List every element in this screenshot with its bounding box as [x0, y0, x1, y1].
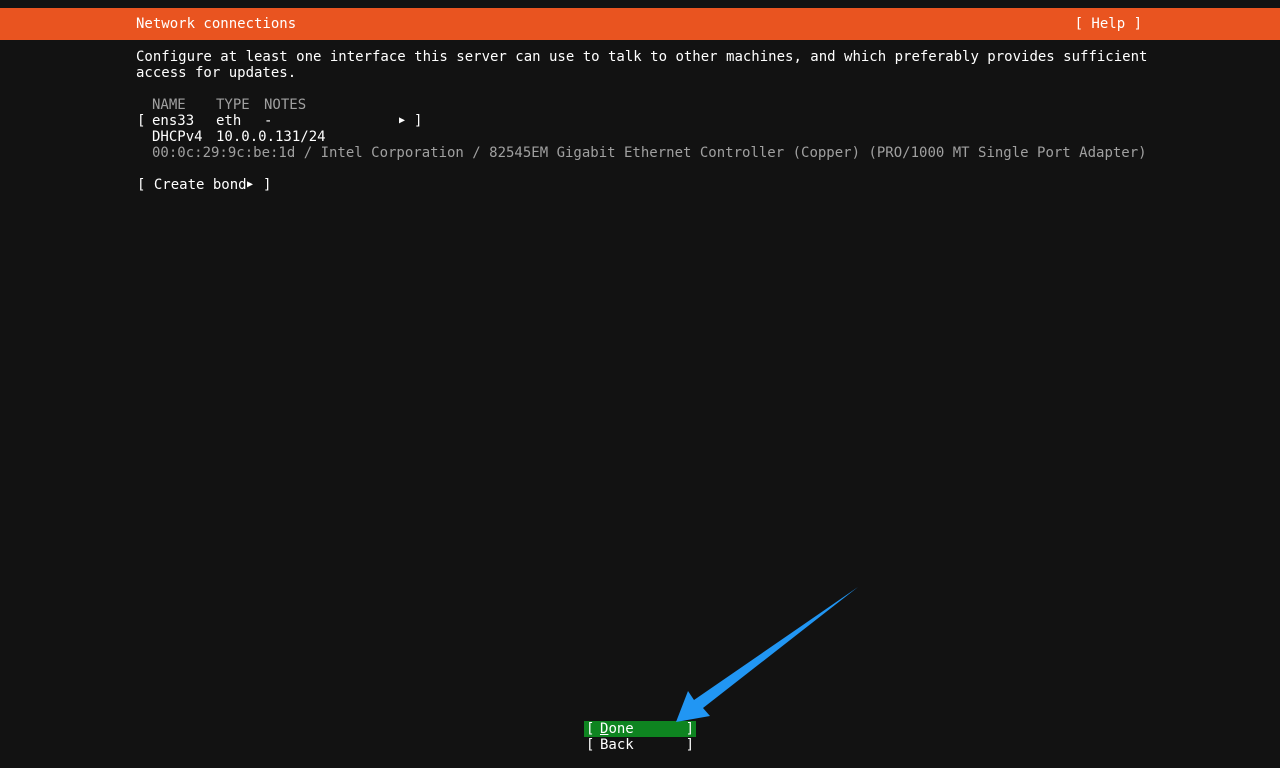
interface-menu-arrow-icon[interactable]: ▶ [399, 113, 405, 129]
interface-type: eth [216, 113, 242, 129]
interface-row-close-bracket: ] [414, 113, 423, 129]
help-button[interactable]: [ Help ] [1075, 16, 1142, 32]
column-header-type: TYPE [216, 97, 250, 113]
create-bond-label: [ Create bond [137, 177, 256, 193]
column-header-notes: NOTES [264, 97, 307, 113]
back-button[interactable]: [ Back ] [584, 737, 696, 753]
interface-row-open-bracket: [ [137, 113, 146, 129]
dhcp-address: 10.0.0.131/24 [216, 129, 326, 145]
column-header-name: NAME [152, 97, 186, 113]
create-bond-arrow-icon: ▶ [247, 179, 254, 190]
header-bar: Network connections [ Help ] [0, 8, 1280, 40]
description-line-1: Configure at least one interface this se… [136, 49, 1148, 65]
description-line-2: access for updates. [136, 65, 297, 81]
back-label: Back [600, 737, 634, 753]
done-label: Done [600, 721, 634, 737]
page-title: Network connections [136, 16, 297, 32]
back-open-bracket: [ [586, 737, 595, 753]
interface-notes: - [264, 113, 273, 129]
interface-hardware-info: 00:0c:29:9c:be:1d / Intel Corporation / … [152, 145, 1147, 161]
done-close-bracket: ] [685, 721, 694, 737]
done-open-bracket: [ [586, 721, 595, 737]
interface-name: ens33 [152, 113, 195, 129]
done-button[interactable]: [ Done ] [584, 721, 696, 737]
done-label-rest: one [608, 721, 634, 737]
create-bond-close-bracket: ] [263, 177, 272, 193]
dhcp-label: DHCPv4 [152, 129, 203, 145]
back-close-bracket: ] [685, 737, 694, 753]
